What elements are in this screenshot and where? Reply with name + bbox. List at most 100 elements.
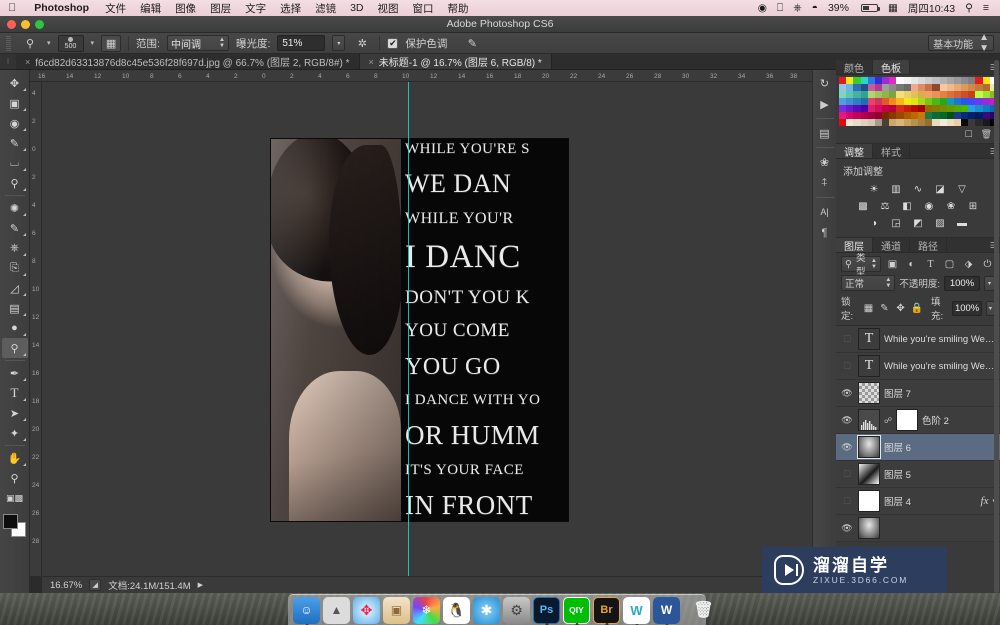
color-swatch[interactable] <box>982 91 990 98</box>
color-swatch[interactable] <box>917 105 926 112</box>
color-swatch[interactable] <box>889 77 897 84</box>
layer-thumbnail[interactable]: T <box>858 328 880 350</box>
path-selection-tool[interactable]: ➤ <box>2 403 28 423</box>
color-swatch[interactable] <box>860 112 868 119</box>
eye-icon[interactable]: ☐ <box>840 469 854 480</box>
layer-thumbnail[interactable] <box>858 409 880 431</box>
healing-brush-tool[interactable]: ✺ <box>2 198 28 218</box>
color-swatch[interactable] <box>968 112 976 119</box>
black-white-icon[interactable]: ◧ <box>899 199 915 213</box>
quick-selection-tool[interactable]: ✎ <box>2 133 28 153</box>
airplay-icon[interactable]: ◉ <box>753 2 772 14</box>
character-panel-icon[interactable]: A| <box>815 203 835 221</box>
color-swatch[interactable] <box>846 84 854 91</box>
eye-icon[interactable]: 👁 <box>840 442 854 453</box>
color-swatch[interactable] <box>975 84 983 91</box>
fill-value[interactable]: 100% <box>952 300 982 316</box>
color-swatch[interactable] <box>975 105 983 112</box>
color-swatch[interactable] <box>946 105 954 112</box>
color-swatch[interactable] <box>882 112 890 119</box>
airbrush-icon[interactable]: ✲ <box>352 35 372 52</box>
color-swatch[interactable] <box>896 77 904 84</box>
color-swatch[interactable] <box>982 98 990 105</box>
color-swatch[interactable] <box>975 77 983 84</box>
color-swatch[interactable] <box>946 77 954 84</box>
color-swatch[interactable] <box>939 119 947 126</box>
tablet-pressure-icon[interactable]: ✎ <box>462 35 482 52</box>
exposure-value[interactable]: 51% <box>277 35 326 51</box>
color-swatch[interactable] <box>975 98 983 105</box>
paragraph-panel-icon[interactable]: ¶ <box>815 224 835 242</box>
minimize-button[interactable] <box>21 20 30 29</box>
menu-3d[interactable]: 3D <box>343 2 370 14</box>
tab-layers[interactable]: 图层 <box>836 238 873 253</box>
color-swatch[interactable] <box>939 112 947 119</box>
layer-thumbnail[interactable] <box>858 517 880 539</box>
color-swatch[interactable] <box>910 119 918 126</box>
color-swatch[interactable] <box>874 105 883 112</box>
menu-help[interactable]: 帮助 <box>441 1 476 16</box>
gradient-tool[interactable]: ▤ <box>2 298 28 318</box>
invert-icon[interactable]: ◑ <box>866 216 882 230</box>
color-balance-icon[interactable]: ⚖ <box>877 199 893 213</box>
lock-position-icon[interactable]: ✥ <box>895 301 907 316</box>
expand-icon[interactable]: ◢ <box>89 579 102 591</box>
color-swatch[interactable] <box>917 112 926 119</box>
color-swatch[interactable] <box>925 112 933 119</box>
color-swatch[interactable] <box>946 112 954 119</box>
dock-item-finder[interactable]: ☺ <box>293 596 320 625</box>
color-swatch[interactable] <box>867 91 875 98</box>
color-swatch[interactable] <box>917 98 926 105</box>
color-swatch[interactable] <box>953 77 962 84</box>
color-swatch[interactable] <box>903 84 911 91</box>
color-swatch[interactable] <box>932 91 940 98</box>
tab-color[interactable]: 颜色 <box>836 60 873 75</box>
hand-tool[interactable]: ✋ <box>2 448 28 468</box>
color-swatch[interactable] <box>860 98 868 105</box>
filter-type-icon[interactable]: T <box>923 257 938 272</box>
color-swatch[interactable] <box>925 84 933 91</box>
color-swatch[interactable] <box>867 112 875 119</box>
range-select[interactable]: 中间调 ▲ ▼ <box>166 35 229 51</box>
table-row[interactable]: 👁 图层 7 <box>836 380 1000 407</box>
color-swatch[interactable] <box>939 98 947 105</box>
status-zoom[interactable]: 16.67% <box>50 580 82 591</box>
channel-mixer-icon[interactable]: ❀ <box>943 199 959 213</box>
eyedropper-tool[interactable]: ⚲ <box>2 173 28 193</box>
menu-view[interactable]: 视图 <box>371 1 406 16</box>
color-swatches[interactable] <box>2 513 28 539</box>
color-swatch[interactable] <box>889 98 897 105</box>
color-swatch[interactable] <box>846 119 854 126</box>
color-swatch[interactable] <box>961 119 969 126</box>
menu-window[interactable]: 窗口 <box>406 1 441 16</box>
color-swatch[interactable] <box>846 98 854 105</box>
properties-panel-icon[interactable]: ▤ <box>815 124 835 142</box>
color-swatch[interactable] <box>882 91 890 98</box>
color-swatch[interactable] <box>867 84 875 91</box>
hue-saturation-icon[interactable]: ▩ <box>855 199 871 213</box>
bluetooth-icon[interactable]: ⎈ <box>788 2 806 15</box>
menu-file[interactable]: 文件 <box>98 1 133 16</box>
color-swatch[interactable] <box>889 84 897 91</box>
menubar-datetime[interactable]: 周四10:43 <box>903 1 960 16</box>
color-swatch[interactable] <box>839 84 847 91</box>
color-swatch[interactable] <box>903 91 911 98</box>
protect-tones-checkbox[interactable]: ✔ <box>387 37 399 49</box>
color-swatch[interactable] <box>968 84 976 91</box>
levels-icon[interactable]: ▥ <box>888 182 904 196</box>
color-swatch[interactable] <box>925 98 933 105</box>
brightness-contrast-icon[interactable]: ☀ <box>866 182 882 196</box>
color-swatch[interactable] <box>846 105 854 112</box>
table-row[interactable]: ☐ 图层 4 fx ▾ <box>836 488 1000 515</box>
close-button[interactable] <box>7 20 16 29</box>
tab-styles[interactable]: 样式 <box>873 144 910 159</box>
color-swatch[interactable] <box>903 105 911 112</box>
tab-adjustments[interactable]: 调整 <box>836 144 873 159</box>
color-swatch[interactable] <box>953 98 962 105</box>
color-swatch[interactable] <box>896 98 904 105</box>
color-swatch[interactable] <box>961 77 969 84</box>
color-swatch[interactable] <box>867 119 875 126</box>
color-swatch[interactable] <box>953 119 962 126</box>
layer-filter-select[interactable]: ⚲ 类型 ▲ ▼ <box>841 253 881 278</box>
brush-size-picker[interactable]: 500 <box>57 34 84 52</box>
